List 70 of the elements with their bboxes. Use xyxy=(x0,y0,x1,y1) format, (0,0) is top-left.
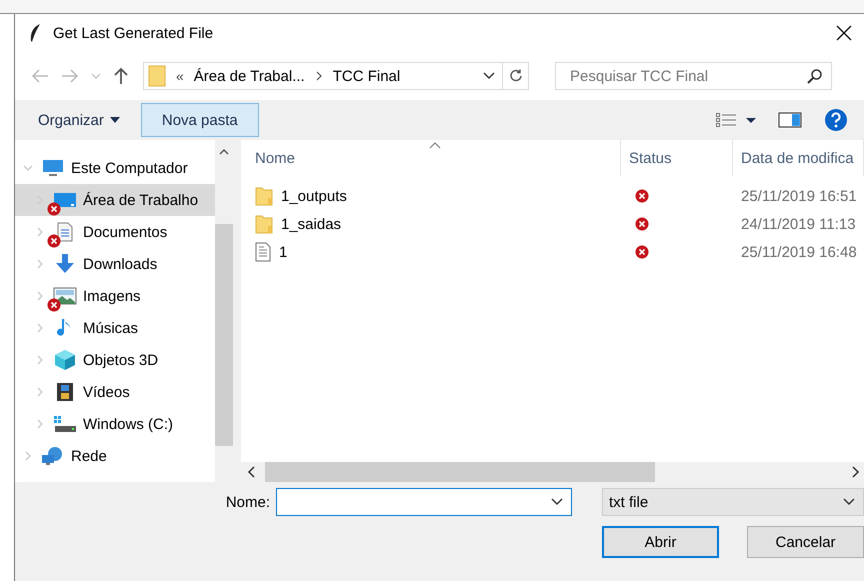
field-label: Nome: xyxy=(226,494,270,510)
search-field[interactable]: Pesquisar TCC Final xyxy=(555,62,832,90)
file-type-dropdown[interactable]: txt file xyxy=(602,488,864,516)
nav-item[interactable]: Documentos xyxy=(15,216,215,248)
forward-button[interactable] xyxy=(61,68,79,84)
column-header[interactable]: Status xyxy=(621,140,733,176)
chevron-icon xyxy=(314,71,323,81)
organize-button[interactable]: Organizar xyxy=(37,103,121,137)
date-cell-text: 25/11/2019 16:48 xyxy=(740,244,858,260)
breadcrumb[interactable]: TCC Final xyxy=(332,68,400,84)
nav-item[interactable]: Imagens xyxy=(15,280,215,312)
search-icon xyxy=(807,68,823,84)
preview-pane-button[interactable] xyxy=(778,112,802,128)
file-name: 1_outputs xyxy=(281,188,347,204)
file-name: 1 xyxy=(279,244,288,260)
computer-icon xyxy=(42,158,64,178)
nav-item[interactable]: Área de Trabalho xyxy=(15,184,215,216)
caret-icon xyxy=(551,498,563,506)
music-note-icon xyxy=(57,318,73,338)
cancel-button[interactable]: Cancelar xyxy=(747,526,864,558)
cube-icon xyxy=(54,349,76,371)
caret-icon xyxy=(483,72,495,80)
document-icon xyxy=(255,242,271,262)
chevron-icon[interactable] xyxy=(219,147,229,157)
desktop-icon xyxy=(53,192,77,208)
open-button[interactable]: Abrir xyxy=(602,526,720,558)
overflow-chevron[interactable]: « xyxy=(176,68,184,84)
file-name: 1_saidas xyxy=(281,216,342,232)
column-header[interactable]: Nome xyxy=(241,140,621,176)
nav-item[interactable]: Objetos 3D xyxy=(15,344,215,376)
date-cell-text: 25/11/2019 16:51 xyxy=(740,188,858,204)
vertical-scrollbar[interactable] xyxy=(215,140,233,482)
document-icon xyxy=(56,222,74,242)
nav-item[interactable]: Músicas xyxy=(15,312,215,344)
feather-icon xyxy=(29,23,41,43)
film-icon xyxy=(56,382,74,402)
download-icon xyxy=(54,254,76,274)
help-button[interactable] xyxy=(824,108,848,132)
file-name-cell[interactable]: 1_outputs xyxy=(241,186,621,206)
close-icon xyxy=(836,25,852,41)
drive-icon xyxy=(53,415,77,433)
date-cell-text: 24/11/2019 11:13 xyxy=(740,216,857,232)
folder-icon xyxy=(148,65,166,87)
horizontal-scrollbar[interactable] xyxy=(241,462,864,482)
caret-icon xyxy=(843,498,855,506)
file-name-cell[interactable]: 1 xyxy=(241,242,621,262)
window-title: Get Last Generated File xyxy=(53,24,214,42)
view-options-button[interactable] xyxy=(716,113,756,127)
file-name-cell[interactable]: 1_saidas xyxy=(241,214,621,234)
chevron-icon[interactable] xyxy=(850,466,860,478)
breadcrumb[interactable]: Área de Trabal... xyxy=(194,68,305,84)
recent-dropdown[interactable] xyxy=(91,71,101,81)
network-icon xyxy=(41,446,65,466)
caret-icon xyxy=(110,117,120,123)
nav-item[interactable]: Windows (C:) xyxy=(15,408,215,440)
file-name-field[interactable] xyxy=(276,488,572,516)
back-button[interactable] xyxy=(31,68,49,84)
nav-item[interactable]: Vídeos xyxy=(15,376,215,408)
folder-icon xyxy=(255,186,273,206)
nav-item[interactable]: Este Computador xyxy=(15,152,215,184)
address-bar[interactable]: « Área de Trabal... TCC Final xyxy=(143,62,529,90)
chevron-icon[interactable] xyxy=(247,466,257,478)
new-folder-button[interactable]: Nova pasta xyxy=(140,103,259,137)
refresh-icon xyxy=(508,69,522,83)
nav-item[interactable]: Downloads xyxy=(15,248,215,280)
folder-icon xyxy=(255,214,273,234)
column-header[interactable]: Data de modifica xyxy=(733,140,864,176)
picture-icon xyxy=(53,287,77,305)
nav-item[interactable]: Rede xyxy=(15,440,215,472)
up-button[interactable] xyxy=(113,67,129,85)
